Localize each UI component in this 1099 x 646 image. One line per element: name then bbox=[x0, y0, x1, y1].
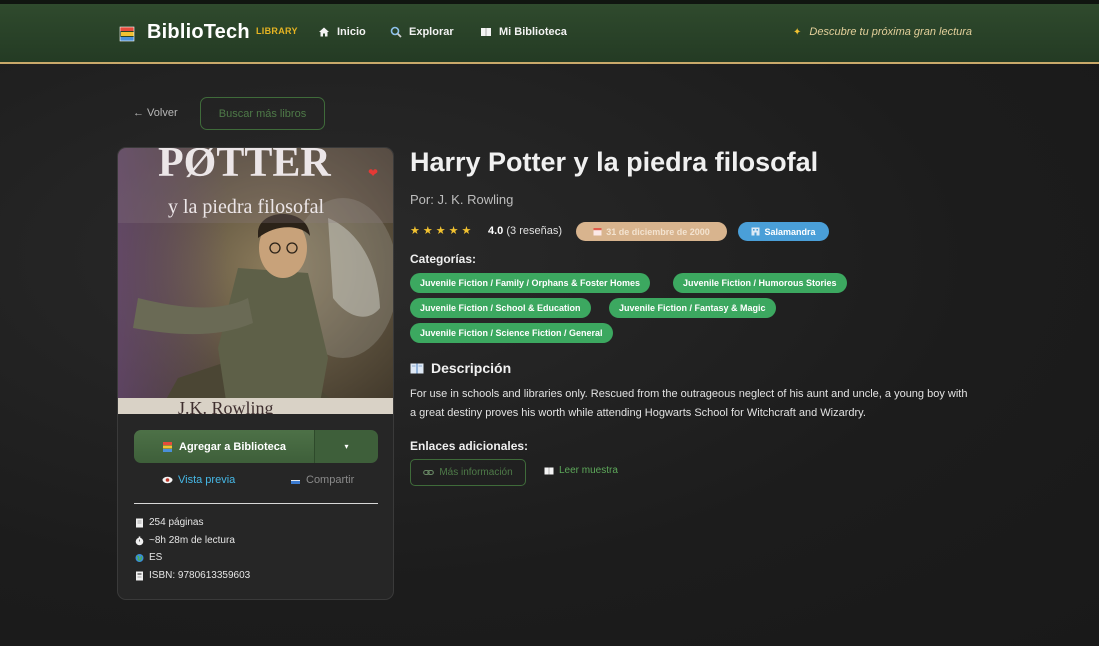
cover-subtitle-text: y la piedra filosofal bbox=[168, 196, 324, 218]
chevron-down-icon: ▾ bbox=[344, 442, 349, 451]
search-more-books-button[interactable]: Buscar más libros bbox=[200, 97, 325, 130]
nav-link-mi-biblioteca[interactable]: Mi Biblioteca bbox=[480, 26, 567, 38]
nav-link-label: Inicio bbox=[337, 26, 366, 38]
book-open-icon bbox=[410, 363, 424, 373]
publication-date-text: 31 de diciembre de 2000 bbox=[606, 226, 710, 237]
review-count: (3 reseñas) bbox=[506, 225, 562, 237]
book-title: Harry Potter y la piedra filosofal bbox=[410, 147, 819, 177]
meta-reading-time: ~8h 28m de lectura bbox=[135, 535, 235, 546]
card-divider bbox=[134, 503, 378, 504]
category-chip[interactable]: Juvenile Fiction / Science Fiction / Gen… bbox=[410, 323, 613, 343]
book-side-card: PØTTER y la piedra filosofal J.K. Rowlin… bbox=[117, 147, 394, 600]
sparkle-icon: ✦ bbox=[793, 26, 802, 38]
calendar-icon bbox=[593, 228, 602, 236]
book-description: For use in schools and libraries only. R… bbox=[410, 388, 968, 419]
share-link[interactable]: Compartir bbox=[290, 474, 354, 486]
read-sample-link[interactable]: Leer muestra bbox=[544, 465, 618, 476]
globe-icon bbox=[135, 553, 144, 562]
page-icon bbox=[136, 518, 143, 527]
categories-heading: Categorías: bbox=[410, 252, 477, 266]
rating-summary: 4.0 (3 reseñas) bbox=[488, 225, 562, 237]
description-heading: Descripción bbox=[410, 360, 511, 376]
add-to-library-button[interactable]: Agregar a Biblioteca bbox=[134, 430, 314, 463]
nav-link-inicio[interactable]: Inicio bbox=[318, 26, 366, 38]
rating-value: 4.0 bbox=[488, 225, 504, 237]
additional-links-heading: Enlaces adicionales: bbox=[410, 439, 529, 453]
book-cover-illustration: PØTTER y la piedra filosofal J.K. Rowlin… bbox=[118, 148, 393, 414]
tagline-text: Descubre tu próxima gran lectura bbox=[809, 26, 973, 38]
top-navbar: BiblioTech LIBRARY Inicio Explorar Mi Bi… bbox=[0, 4, 1099, 64]
more-info-button[interactable]: Más información bbox=[410, 459, 526, 486]
books-icon bbox=[119, 26, 135, 42]
nav-link-explorar[interactable]: Explorar bbox=[390, 26, 454, 38]
book-open-icon bbox=[481, 28, 491, 36]
share-tray-icon bbox=[291, 480, 300, 484]
eye-icon bbox=[162, 476, 173, 484]
id-tag-icon bbox=[136, 571, 143, 580]
meta-pages-text: 254 páginas bbox=[149, 517, 204, 528]
nav-link-label: Mi Biblioteca bbox=[499, 26, 567, 38]
rating-stars: ★★★★★ bbox=[410, 225, 475, 237]
publisher-text: Salamandra bbox=[764, 226, 816, 237]
add-to-library-label: Agregar a Biblioteca bbox=[179, 440, 286, 453]
category-chip[interactable]: Juvenile Fiction / Fantasy & Magic bbox=[609, 298, 776, 318]
books-icon bbox=[163, 441, 172, 452]
favorite-heart-icon[interactable]: ❤ bbox=[368, 166, 378, 180]
cover-author-text: J.K. Rowling bbox=[178, 398, 274, 414]
magnifier-icon bbox=[390, 26, 402, 38]
category-chip[interactable]: Juvenile Fiction / Family / Orphans & Fo… bbox=[410, 273, 651, 293]
meta-reading-time-text: ~8h 28m de lectura bbox=[149, 535, 235, 546]
tagline: ✦ Descubre tu próxima gran lectura bbox=[793, 26, 972, 38]
more-info-label: Más información bbox=[439, 467, 513, 478]
book-author: Por: J. K. Rowling bbox=[410, 192, 514, 207]
publication-date-badge: 31 de diciembre de 2000 bbox=[576, 222, 727, 241]
stopwatch-icon bbox=[135, 536, 144, 545]
nav-link-label: Explorar bbox=[409, 26, 454, 38]
book-icon bbox=[544, 467, 554, 474]
read-sample-label: Leer muestra bbox=[559, 465, 618, 476]
publisher-badge[interactable]: Salamandra bbox=[738, 222, 829, 241]
meta-language: ES bbox=[135, 552, 162, 563]
preview-link[interactable]: Vista previa bbox=[162, 474, 235, 486]
home-icon bbox=[319, 27, 329, 37]
meta-isbn: ISBN: 9780613359603 bbox=[135, 570, 250, 581]
share-label: Compartir bbox=[306, 474, 355, 486]
back-link[interactable]: ← Volver bbox=[133, 107, 178, 119]
cover-title-text: PØTTER bbox=[158, 148, 331, 186]
preview-label: Vista previa bbox=[178, 474, 236, 486]
brand-badge: LIBRARY bbox=[256, 26, 298, 36]
building-icon bbox=[751, 227, 760, 236]
book-cover[interactable]: PØTTER y la piedra filosofal J.K. Rowlin… bbox=[118, 148, 393, 414]
brand-name[interactable]: BiblioTech bbox=[147, 21, 250, 44]
category-chip[interactable]: Juvenile Fiction / School & Education bbox=[410, 298, 591, 318]
meta-pages: 254 páginas bbox=[135, 517, 204, 528]
library-options-dropdown[interactable]: ▾ bbox=[314, 430, 378, 463]
meta-language-text: ES bbox=[149, 552, 163, 563]
description-heading-text: Descripción bbox=[431, 360, 512, 376]
meta-isbn-text: ISBN: 9780613359603 bbox=[149, 570, 251, 581]
link-icon bbox=[423, 469, 435, 476]
category-chip[interactable]: Juvenile Fiction / Humorous Stories bbox=[673, 273, 847, 293]
